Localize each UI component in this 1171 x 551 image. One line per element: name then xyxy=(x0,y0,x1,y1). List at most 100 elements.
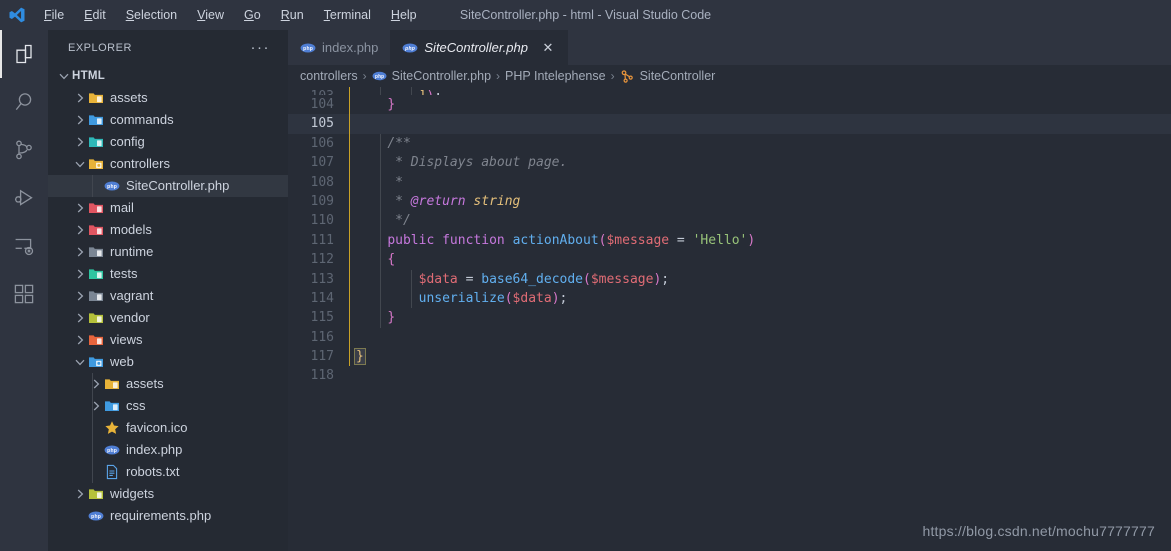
menu-bar[interactable]: File Edit Selection View Go Run Terminal Help xyxy=(34,0,427,30)
code-line[interactable]: 116 xyxy=(288,327,1171,348)
code-line[interactable]: 103 ]); xyxy=(288,87,1171,95)
editor-tab-index.php[interactable]: php index.php xyxy=(288,30,390,65)
sidebar-more-actions-icon[interactable]: ··· xyxy=(251,40,271,55)
bracket-scope-guide xyxy=(349,95,350,115)
tree-folder-web[interactable]: web xyxy=(48,351,288,373)
tree-item-label: vagrant xyxy=(110,288,154,303)
php-icon: php xyxy=(372,69,387,84)
menu-item-view[interactable]: View xyxy=(187,0,234,30)
code-line[interactable]: 112 { xyxy=(288,250,1171,270)
tree-folder-runtime[interactable]: runtime xyxy=(48,241,288,263)
svg-text:php: php xyxy=(375,74,384,80)
file-tree[interactable]: HTML assets commands config controllers php Si… xyxy=(48,65,288,527)
chevron-down-icon[interactable] xyxy=(72,157,88,171)
code-line[interactable]: 108 * xyxy=(288,172,1171,192)
tree-file-index.php[interactable]: php index.php xyxy=(48,439,288,461)
tree-folder-vendor[interactable]: vendor xyxy=(48,307,288,329)
tree-file-favicon.ico[interactable]: favicon.ico xyxy=(48,417,288,439)
line-number: 113 xyxy=(310,271,334,287)
tree-file-requirements.php[interactable]: php requirements.php xyxy=(48,505,288,527)
line-number: 107 xyxy=(310,155,334,171)
menu-item-file[interactable]: File xyxy=(34,0,74,30)
code-editor[interactable]: 103 ]);104 }105106 /**107 * Displays abo… xyxy=(288,87,1171,551)
editor-tab-bar[interactable]: php index.php php SiteController.php ✕ xyxy=(288,30,1171,65)
chevron-right-icon[interactable] xyxy=(72,267,88,281)
breadcrumb-item-controllers[interactable]: controllers xyxy=(300,69,358,83)
chevron-right-icon[interactable] xyxy=(72,487,88,501)
chevron-right-icon[interactable] xyxy=(72,223,88,237)
code-line[interactable]: 111 public function actionAbout($message… xyxy=(288,230,1171,251)
chevron-right-icon[interactable] xyxy=(72,333,88,347)
activity-bar[interactable] xyxy=(0,30,48,551)
tree-folder-models[interactable]: models xyxy=(48,219,288,241)
menu-item-edit[interactable]: Edit xyxy=(74,0,116,30)
breadcrumb-item-sitecontroller-php[interactable]: php SiteController.php xyxy=(372,69,491,84)
breadcrumb-separator-icon: › xyxy=(362,69,367,83)
chevron-right-icon[interactable] xyxy=(88,377,104,391)
tab-label: index.php xyxy=(322,40,379,55)
code-line[interactable]: 115 } xyxy=(288,308,1171,328)
code-text: } xyxy=(387,310,396,326)
breadcrumb[interactable]: controllers › php SiteController.php › PHP In… xyxy=(288,65,1171,87)
chevron-right-icon[interactable] xyxy=(72,289,88,303)
menu-item-terminal[interactable]: Terminal xyxy=(314,0,381,30)
explorer-icon[interactable] xyxy=(0,30,48,78)
menu-item-run[interactable]: Run xyxy=(271,0,314,30)
chevron-right-icon[interactable] xyxy=(72,311,88,325)
chevron-right-icon[interactable] xyxy=(72,245,88,259)
breadcrumb-label: controllers xyxy=(300,69,358,83)
php-file-icon: php xyxy=(104,442,120,458)
code-line[interactable]: 107 * Displays about page. xyxy=(288,153,1171,173)
search-icon[interactable] xyxy=(0,78,48,126)
tree-folder-widgets[interactable]: widgets xyxy=(48,483,288,505)
chevron-right-icon[interactable] xyxy=(72,91,88,105)
remote-explorer-icon[interactable] xyxy=(0,222,48,270)
indent-guide xyxy=(92,373,93,395)
code-line[interactable]: 114 unserialize($data); xyxy=(288,288,1171,309)
menu-item-help[interactable]: Help xyxy=(381,0,427,30)
tree-root-item[interactable]: HTML xyxy=(48,65,288,87)
tree-item-label: css xyxy=(126,398,146,413)
tree-folder-controllers[interactable]: controllers xyxy=(48,153,288,175)
tree-folder-mail[interactable]: mail xyxy=(48,197,288,219)
extensions-icon[interactable] xyxy=(0,270,48,318)
indent-guide xyxy=(92,395,93,417)
breadcrumb-item-php-intelephense[interactable]: PHP Intelephense xyxy=(505,69,606,83)
tree-folder-commands[interactable]: commands xyxy=(48,109,288,131)
tree-folder-config[interactable]: config xyxy=(48,131,288,153)
chevron-down-icon[interactable] xyxy=(56,69,72,83)
code-line[interactable]: 109 * @return string xyxy=(288,191,1171,212)
breadcrumb-item-sitecontroller[interactable]: SiteController xyxy=(620,69,715,84)
code-line[interactable]: 104 } xyxy=(288,95,1171,115)
menu-item-go[interactable]: Go xyxy=(234,0,271,30)
menu-item-selection[interactable]: Selection xyxy=(116,0,187,30)
editor-tab-SiteController.php[interactable]: php SiteController.php ✕ xyxy=(390,30,568,65)
code-text: public function actionAbout($message = '… xyxy=(387,232,756,248)
tree-folder-views[interactable]: views xyxy=(48,329,288,351)
source-control-icon[interactable] xyxy=(0,126,48,174)
chevron-right-icon[interactable] xyxy=(72,135,88,149)
code-line[interactable]: 118 xyxy=(288,366,1171,385)
code-line[interactable]: 113 $data = base64_decode($message); xyxy=(288,269,1171,289)
code-text: * Displays about page. xyxy=(356,155,568,171)
code-line[interactable]: 110 */ xyxy=(288,211,1171,231)
tree-file-robots.txt[interactable]: robots.txt xyxy=(48,461,288,483)
tree-file-SiteController.php[interactable]: php SiteController.php xyxy=(48,175,288,197)
code-line[interactable]: 117} xyxy=(288,347,1171,367)
tree-folder-tests[interactable]: tests xyxy=(48,263,288,285)
tree-folder-vagrant[interactable]: vagrant xyxy=(48,285,288,307)
chevron-right-icon[interactable] xyxy=(72,201,88,215)
chevron-right-icon[interactable] xyxy=(72,113,88,127)
close-icon[interactable]: ✕ xyxy=(540,40,556,56)
tree-folder-css[interactable]: css xyxy=(48,395,288,417)
class-icon xyxy=(620,69,635,84)
line-number: 110 xyxy=(310,213,334,229)
tree-folder-assets[interactable]: assets xyxy=(48,373,288,395)
code-line[interactable]: 105 xyxy=(288,114,1171,134)
run-and-debug-icon[interactable] xyxy=(0,174,48,222)
tree-folder-assets[interactable]: assets xyxy=(48,87,288,109)
tree-item-label: HTML xyxy=(72,70,106,82)
chevron-right-icon[interactable] xyxy=(88,399,104,413)
code-line[interactable]: 106 /** xyxy=(288,133,1171,154)
chevron-down-icon[interactable] xyxy=(72,355,88,369)
